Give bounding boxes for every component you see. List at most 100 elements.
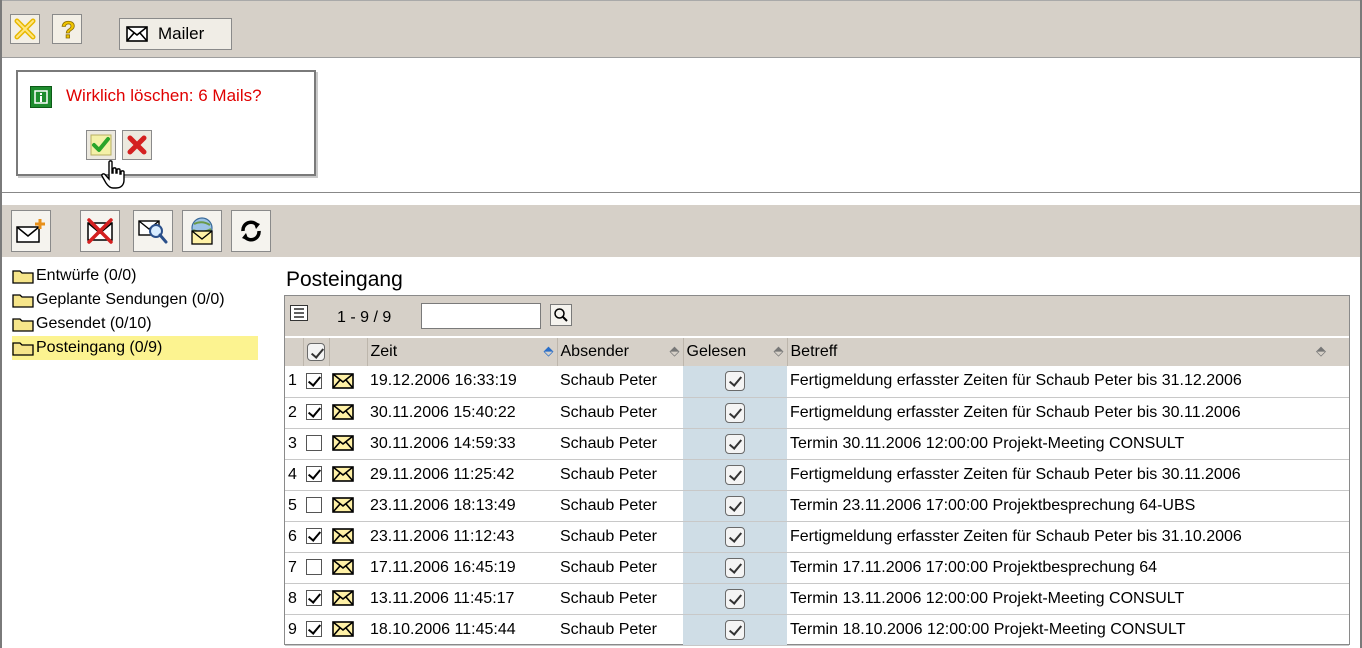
search-icon[interactable] [550, 304, 572, 326]
row-number: 5 [285, 490, 303, 522]
mail-absender: Schaub Peter [557, 552, 683, 584]
mail-zeit: 17.11.2006 16:45:19 [367, 552, 557, 584]
sort-icon[interactable]: ⬘ [670, 343, 680, 359]
help-question-icon[interactable]: ? [52, 14, 82, 44]
mail-search-icon [138, 220, 168, 244]
mail-row[interactable]: 3 30.11.2006 14:59:33 Schaub Peter Termin 3… [285, 428, 1349, 460]
search-mail-button[interactable] [133, 210, 173, 252]
envelope-icon [329, 490, 367, 522]
mail-absender: Schaub Peter [557, 583, 683, 615]
search-input[interactable] [421, 303, 541, 329]
read-check-icon [683, 366, 787, 398]
read-check-icon [683, 490, 787, 522]
gelesen-label: Gelesen [686, 343, 747, 360]
mail-absender: Schaub Peter [557, 521, 683, 553]
mailer-label: Mailer [158, 24, 205, 43]
mail-betreff[interactable]: Fertigmeldung erfasster Zeiten für Schau… [787, 459, 1349, 491]
mail-zeit: 29.11.2006 11:25:42 [367, 459, 557, 491]
folder-item-geplante-sendungen[interactable]: Geplante Sendungen (0/0) [12, 288, 262, 312]
row-checkbox[interactable] [303, 397, 329, 429]
column-header-zeit[interactable]: Zeit ⬘ [367, 338, 558, 366]
folder-label: Entwürfe (0/0) [36, 267, 137, 284]
read-check-icon [683, 397, 787, 429]
read-check-icon [683, 521, 787, 553]
row-checkbox[interactable] [303, 366, 329, 398]
envelope-icon [126, 26, 148, 42]
mail-row[interactable]: 9 18.10.2006 11:45:44 Schaub Peter Termin 1… [285, 614, 1349, 646]
mail-toolbar [2, 205, 1360, 257]
section-divider [2, 192, 1360, 193]
delete-mail-button[interactable] [80, 210, 120, 252]
close-x-icon[interactable] [10, 14, 40, 44]
folder-item-entwuerfe[interactable]: Entwürfe (0/0) [12, 264, 262, 288]
mail-zeit: 23.11.2006 18:13:49 [367, 490, 557, 522]
list-menu-icon[interactable] [290, 305, 308, 321]
row-checkbox[interactable] [303, 490, 329, 522]
mail-zeit: 13.11.2006 11:45:17 [367, 583, 557, 615]
folder-icon [12, 268, 34, 284]
folder-icon [12, 340, 34, 356]
folder-icon [12, 316, 34, 332]
cancel-x-icon [127, 135, 147, 155]
sort-icon[interactable]: ⬘ [774, 343, 784, 359]
mail-betreff[interactable]: Fertigmeldung erfasster Zeiten für Schau… [787, 397, 1349, 429]
zeit-label: Zeit [370, 343, 398, 360]
mail-row[interactable]: 4 29.11.2006 11:25:42 Schaub Peter Fertigme… [285, 459, 1349, 491]
confirm-button[interactable] [86, 130, 116, 160]
mail-row[interactable]: 1 19.12.2006 16:33:19 Schaub Peter Fertigme… [285, 366, 1349, 398]
mail-row[interactable]: 5 23.11.2006 18:13:49 Schaub Peter Termin 2… [285, 490, 1349, 522]
mail-betreff[interactable]: Termin 30.11.2006 12:00:00 Projekt-Meeti… [787, 428, 1349, 460]
mail-betreff[interactable]: Fertigmeldung erfasster Zeiten für Schau… [787, 521, 1349, 553]
row-checkbox[interactable] [303, 521, 329, 553]
refresh-button[interactable] [231, 210, 271, 252]
select-all-checkbox[interactable] [303, 338, 330, 366]
folder-item-gesendet[interactable]: Gesendet (0/10) [12, 312, 262, 336]
mail-row[interactable]: 6 23.11.2006 11:12:43 Schaub Peter Fertigme… [285, 521, 1349, 553]
mail-zeit: 23.11.2006 11:12:43 [367, 521, 557, 553]
top-toolbar: ? Mailer [2, 0, 1360, 58]
mail-betreff[interactable]: Termin 23.11.2006 17:00:00 Projektbespre… [787, 490, 1349, 522]
mail-betreff[interactable]: Fertigmeldung erfasster Zeiten für Schau… [787, 366, 1349, 398]
column-header-gelesen[interactable]: Gelesen ⬘ [683, 338, 788, 366]
sort-icon[interactable]: ⬘ [1316, 343, 1326, 359]
mail-row[interactable]: 2 30.11.2006 15:40:22 Schaub Peter Fertigme… [285, 397, 1349, 429]
mail-row[interactable]: 7 17.11.2006 16:45:19 Schaub Peter Termin 1… [285, 552, 1349, 584]
cancel-button[interactable] [122, 130, 152, 160]
mail-betreff[interactable]: Termin 18.10.2006 12:00:00 Projekt-Meeti… [787, 614, 1349, 646]
web-mail-button[interactable] [182, 210, 222, 252]
mail-grid: 1 - 9 / 9 Zeit ⬘ Absender ⬘ Gelesen ⬘ Betre… [284, 295, 1350, 646]
header-rownum [285, 338, 304, 366]
mail-betreff[interactable]: Termin 13.11.2006 12:00:00 Projekt-Meeti… [787, 583, 1349, 615]
mail-row[interactable]: 8 13.11.2006 11:45:17 Schaub Peter Termin 1… [285, 583, 1349, 615]
read-check-icon [683, 552, 787, 584]
column-header-betreff[interactable]: Betreff ⬘ [787, 338, 1349, 366]
globe-mail-icon [191, 217, 213, 245]
svg-text:?: ? [61, 17, 76, 41]
new-mail-button[interactable] [11, 210, 51, 252]
envelope-icon [329, 583, 367, 615]
row-number: 1 [285, 366, 303, 398]
delete-confirm-dialog: Wirklich löschen: 6 Mails? [16, 70, 316, 176]
refresh-icon [241, 220, 261, 242]
mail-absender: Schaub Peter [557, 428, 683, 460]
row-checkbox[interactable] [303, 552, 329, 584]
mail-zeit: 30.11.2006 15:40:22 [367, 397, 557, 429]
mailer-button[interactable]: Mailer [119, 18, 232, 50]
row-number: 6 [285, 521, 303, 553]
column-header-absender[interactable]: Absender ⬘ [557, 338, 684, 366]
row-checkbox[interactable] [303, 428, 329, 460]
mail-zeit: 30.11.2006 14:59:33 [367, 428, 557, 460]
hand-pointer-cursor-icon [100, 160, 128, 195]
mail-betreff[interactable]: Termin 17.11.2006 17:00:00 Projektbespre… [787, 552, 1349, 584]
betreff-label: Betreff [790, 343, 838, 360]
sort-icon[interactable]: ⬘ [544, 343, 554, 359]
envelope-icon [329, 428, 367, 460]
folder-item-posteingang[interactable]: Posteingang (0/9) [12, 336, 258, 360]
row-checkbox[interactable] [303, 583, 329, 615]
row-checkbox[interactable] [303, 614, 329, 646]
folder-label: Posteingang (0/9) [36, 339, 163, 356]
envelope-icon [329, 552, 367, 584]
envelope-icon [329, 397, 367, 429]
delete-mail-icon [87, 218, 113, 244]
row-checkbox[interactable] [303, 459, 329, 491]
